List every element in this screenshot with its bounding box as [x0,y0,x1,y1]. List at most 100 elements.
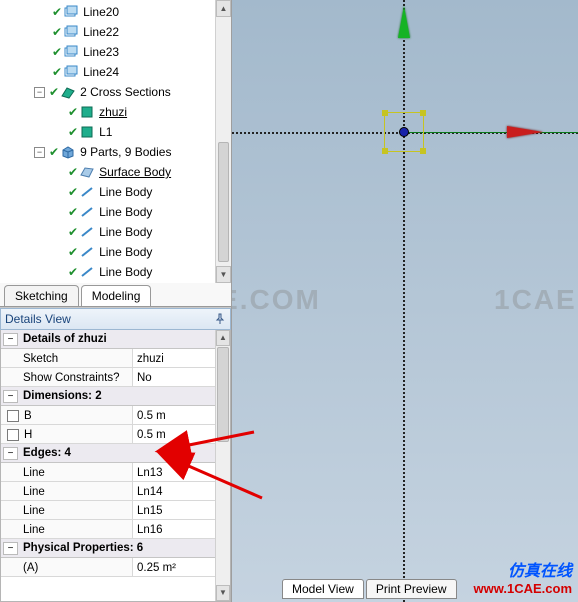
tree-item-surface-body[interactable]: ✔ Surface Body [0,162,231,182]
tree-item-line23[interactable]: ✔ Line23 [0,42,231,62]
collapse-icon[interactable]: − [3,447,18,460]
pin-icon[interactable] [214,313,226,325]
prop-key: Line [1,482,133,500]
scroll-up-icon[interactable]: ▲ [216,330,230,346]
line-icon [63,5,79,19]
props-scrollbar[interactable]: ▲ ▼ [215,330,230,601]
scroll-down-icon[interactable]: ▼ [216,266,231,283]
tab-modeling[interactable]: Modeling [81,285,152,306]
check-icon: ✔ [68,122,78,142]
collapse-icon[interactable]: − [3,333,18,346]
checkbox[interactable] [7,410,19,422]
check-icon: ✔ [52,22,62,42]
model-tree[interactable]: ✔ Line20 ✔ Line22 ✔ Line23 ✔ Lin [0,0,231,306]
check-icon: ✔ [68,222,78,242]
prop-key: Sketch [1,349,133,367]
prop-key: Line [1,501,133,519]
prop-value[interactable]: Ln15 [133,501,215,519]
prop-row-edge[interactable]: LineLn15 [1,501,215,520]
group-details[interactable]: −Details of zhuzi [1,330,215,349]
tab-sketching[interactable]: Sketching [4,285,79,306]
prop-value[interactable]: Ln13 [133,463,215,481]
prop-value[interactable]: 0.5 m [133,425,215,443]
check-icon: ✔ [52,42,62,62]
tree-item-line-body[interactable]: ✔ Line Body [0,202,231,222]
tree-label: 2 Cross Sections [80,82,171,102]
section-icon [60,85,76,99]
tree-item-line-body[interactable]: ✔Line Body [0,262,231,282]
tree-item-line22[interactable]: ✔ Line22 [0,22,231,42]
check-icon: ✔ [68,202,78,222]
prop-value[interactable]: zhuzi [133,349,215,367]
logo-line2: www.1CAE.com [474,581,572,596]
segment-icon [79,265,95,279]
line-icon [63,65,79,79]
prop-value[interactable]: 0.25 m² [133,558,215,576]
collapse-icon[interactable]: − [34,87,45,98]
viewport[interactable]: 1CAE.COM 1CAE.COM [232,0,578,602]
tab-print-preview[interactable]: Print Preview [366,579,457,599]
tree-item-line24[interactable]: ✔ Line24 [0,62,231,82]
prop-row-edge[interactable]: LineLn14 [1,482,215,501]
tree-item-parts[interactable]: −✔ 9 Parts, 9 Bodies [0,142,231,162]
prop-row-sketch[interactable]: Sketchzhuzi [1,349,215,368]
tree-label: Line23 [83,42,119,62]
watermark: 1CAE.COM [494,284,578,316]
prop-row-edge[interactable]: LineLn16 [1,520,215,539]
tree-label: Line Body [99,202,152,222]
group-title: Edges: 4 [20,447,71,459]
tree-item-cs-l1[interactable]: ✔ L1 [0,122,231,142]
prop-row-show-constraints[interactable]: Show Constraints?No [1,368,215,387]
collapse-icon[interactable]: − [3,542,18,555]
tree-label: Line Body [99,242,152,262]
check-icon: ✔ [68,162,78,182]
group-physical-properties[interactable]: −Physical Properties: 6 [1,539,215,558]
group-dimensions[interactable]: −Dimensions: 2 [1,387,215,406]
prop-row-edge[interactable]: LineLn13 [1,463,215,482]
scroll-thumb[interactable] [218,142,229,262]
prop-value[interactable]: 0.5 m [133,406,215,424]
origin-point [399,127,409,137]
prop-row-area[interactable]: (A)0.25 m² [1,558,215,577]
prop-key: Line [1,520,133,538]
parts-icon [60,145,76,159]
scroll-thumb[interactable] [217,347,229,442]
logo-line1: 仿真在线 [474,557,572,581]
collapse-icon[interactable]: − [3,390,18,403]
tree-label: Line Body [99,182,152,202]
details-header: Details View [0,308,231,330]
square-icon [79,105,95,119]
details-title: Details View [5,312,71,326]
tree-item-line-body[interactable]: ✔Line Body [0,222,231,242]
check-icon: ✔ [52,62,62,82]
tree-item-cross-sections[interactable]: −✔ 2 Cross Sections [0,82,231,102]
tree-label: Line Body [99,262,152,282]
y-axis-arrow-icon [398,6,410,38]
prop-value[interactable]: No [133,368,215,386]
scroll-up-icon[interactable]: ▲ [216,0,231,17]
tree-label: L1 [99,122,112,142]
tab-model-view[interactable]: Model View [282,579,364,599]
prop-value[interactable]: Ln14 [133,482,215,500]
check-icon: ✔ [52,2,62,22]
line-icon [63,25,79,39]
property-grid[interactable]: −Details of zhuzi Sketchzhuzi Show Const… [0,330,231,602]
tree-item-line20[interactable]: ✔ Line20 [0,2,231,22]
tree-item-line-body[interactable]: ✔Line Body [0,182,231,202]
checkbox[interactable] [7,429,19,441]
collapse-icon[interactable]: − [34,147,45,158]
check-icon: ✔ [49,82,59,102]
scroll-down-icon[interactable]: ▼ [216,585,230,601]
prop-key: H [1,425,133,443]
prop-row-dim-b[interactable]: B0.5 m [1,406,215,425]
segment-icon [79,245,95,259]
tree-item-cs-zhuzi[interactable]: ✔ zhuzi [0,102,231,122]
segment-icon [79,225,95,239]
tree-scrollbar[interactable]: ▲ ▼ [215,0,231,283]
tree-item-line-body[interactable]: ✔Line Body [0,242,231,262]
prop-value[interactable]: Ln16 [133,520,215,538]
group-edges[interactable]: −Edges: 4 [1,444,215,463]
prop-row-dim-h[interactable]: H0.5 m [1,425,215,444]
prop-key: Line [1,463,133,481]
segment-icon [79,185,95,199]
